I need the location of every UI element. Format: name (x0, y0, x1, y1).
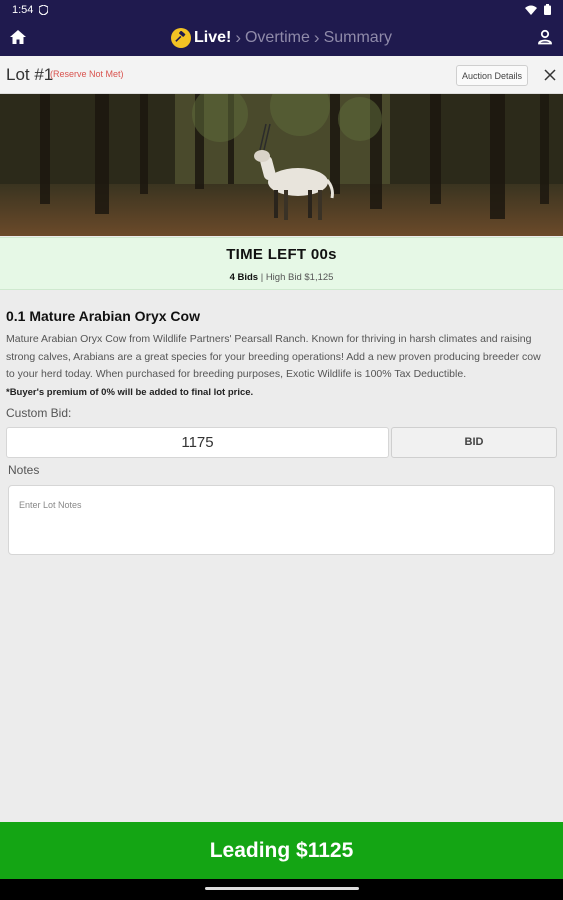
custom-bid-label: Custom Bid: (6, 406, 72, 420)
lot-description: Mature Arabian Oryx Cow from Wildlife Pa… (6, 333, 541, 380)
bid-summary: 4 Bids | High Bid $1,125 (0, 272, 563, 283)
chevron-right-icon: › (235, 27, 241, 47)
profile-icon[interactable] (536, 28, 554, 46)
battery-icon (544, 4, 551, 15)
breadcrumb-live[interactable]: Live! (170, 27, 232, 48)
breadcrumb-overtime[interactable]: Overtime (245, 29, 310, 47)
breadcrumb: Live! › Overtime › Summary (170, 27, 392, 48)
gesture-handle[interactable] (205, 887, 359, 890)
leading-banner: Leading $1125 (0, 822, 563, 879)
notes-label: Notes (8, 463, 40, 477)
system-nav-bar (0, 879, 563, 900)
status-bar: 1:54 (0, 0, 563, 19)
breadcrumb-summary[interactable]: Summary (324, 29, 392, 47)
lot-header: Lot #1 (Reserve Not Met) Auction Details (0, 56, 563, 94)
shield-icon (39, 4, 49, 15)
auction-details-button[interactable]: Auction Details (456, 65, 528, 86)
breadcrumb-live-label: Live! (193, 28, 232, 46)
time-left-panel: TIME LEFT 00s 4 Bids | High Bid $1,125 (0, 237, 563, 290)
reserve-status: (Reserve Not Met) (50, 69, 124, 79)
status-time: 1:54 (12, 3, 34, 16)
close-icon[interactable] (543, 68, 557, 82)
buyers-premium-note: *Buyer's premium of 0% will be added to … (6, 387, 254, 398)
custom-bid-input[interactable]: 1175 (6, 427, 389, 458)
chevron-right-icon: › (313, 27, 320, 47)
lot-title: Lot #1 (6, 65, 54, 84)
bid-button[interactable]: BID (391, 427, 557, 458)
lot-image (0, 94, 563, 236)
app-bar: Live! › Overtime › Summary (0, 19, 563, 56)
home-icon[interactable] (9, 28, 27, 46)
high-bid: | High Bid $1,125 (258, 272, 334, 283)
lot-notes-field[interactable]: Enter Lot Notes (8, 485, 555, 555)
wifi-icon (525, 5, 537, 15)
lot-name: 0.1 Mature Arabian Oryx Cow (6, 308, 200, 324)
bid-count: 4 Bids (229, 272, 259, 283)
gavel-icon (170, 27, 191, 48)
time-left: TIME LEFT 00s (226, 246, 337, 263)
